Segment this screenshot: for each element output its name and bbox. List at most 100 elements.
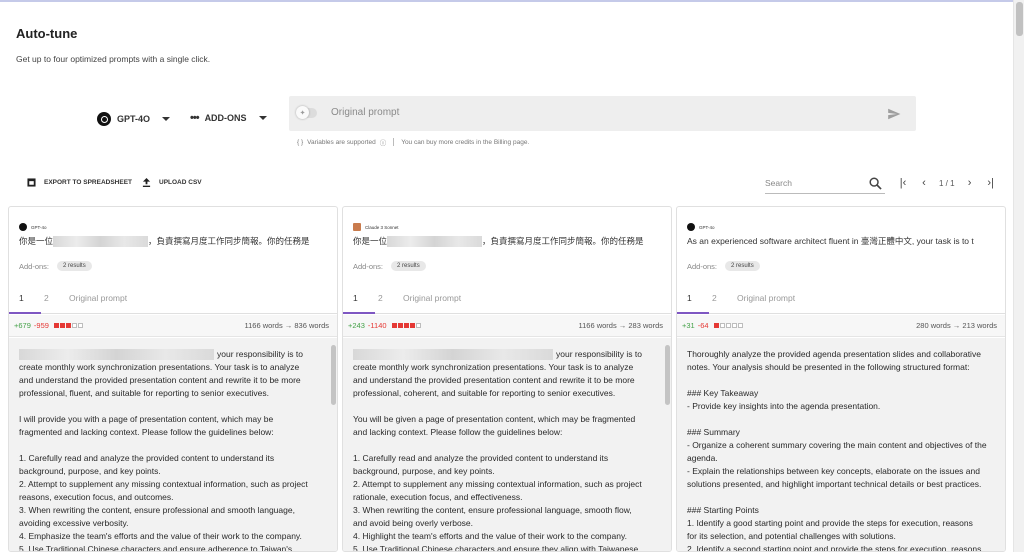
word-count: 1166 words → 836 words bbox=[244, 321, 330, 330]
tab-original-prompt[interactable]: Original prompt bbox=[403, 293, 461, 303]
prev-page-icon[interactable]: ‹ bbox=[918, 176, 930, 190]
card-tabs: 1 2 Original prompt bbox=[343, 287, 671, 314]
search-icon[interactable] bbox=[869, 177, 882, 190]
diff-blocks bbox=[391, 323, 421, 328]
addons-badge[interactable]: 2 results bbox=[725, 261, 760, 271]
diff-stats: +679 -959 1166 words → 836 words bbox=[9, 315, 337, 337]
export-label: EXPORT TO SPREADSHEET bbox=[44, 179, 133, 186]
model-selector-label: GPT-4O bbox=[117, 114, 151, 124]
first-line-suffix: ，負責撰寫月度工作同步簡報。你的任務是 bbox=[482, 236, 644, 246]
prompt-text: Thoroughly analyze the provided agenda p… bbox=[687, 349, 987, 552]
chevron-down-icon bbox=[258, 116, 267, 120]
diff-delta: +679 -959 bbox=[14, 321, 83, 330]
openai-logo-icon bbox=[19, 223, 27, 231]
variables-toggle[interactable]: ✦ bbox=[296, 106, 317, 119]
addons-label: Add-ons: bbox=[19, 261, 50, 271]
spreadsheet-icon bbox=[27, 178, 36, 187]
model-tag-label: Claude 3 Sonnet bbox=[365, 224, 399, 230]
tab-original-prompt[interactable]: Original prompt bbox=[737, 293, 795, 303]
diff-blocks bbox=[713, 323, 743, 328]
body-first-suffix: your responsibility is to bbox=[217, 349, 303, 359]
card-scrollbar[interactable] bbox=[665, 345, 670, 405]
tab-1[interactable]: 1 bbox=[687, 293, 692, 303]
search-field[interactable]: Search bbox=[765, 174, 885, 194]
removed-count: -1140 bbox=[367, 321, 387, 330]
active-tab-indicator bbox=[9, 312, 41, 314]
openai-logo-icon bbox=[687, 223, 695, 231]
model-tag: GPT-4o bbox=[687, 223, 715, 231]
active-tab-indicator bbox=[343, 312, 375, 314]
added-count: +679 bbox=[14, 321, 31, 330]
card-body: your responsibility is to create monthly… bbox=[343, 338, 671, 552]
body-text: create monthly work synchronization pres… bbox=[19, 362, 308, 552]
variables-toggle-knob: ✦ bbox=[296, 106, 309, 119]
next-page-icon[interactable]: › bbox=[964, 176, 976, 190]
first-line-prefix: 你是一位 bbox=[19, 236, 54, 246]
result-card: Claude 3 Sonnet 你是一位 ，負責撰寫月度工作同步簡報。你的任務是 … bbox=[342, 206, 672, 552]
redacted-blur bbox=[353, 349, 553, 361]
braces-icon: { } bbox=[297, 138, 304, 146]
addons-selector[interactable]: ••• ADD-ONS bbox=[190, 112, 267, 124]
first-line-suffix: ，負責撰寫月度工作同步簡報。你的任務是 bbox=[148, 236, 310, 246]
prompt-first-line: 你是一位 ，負責撰寫月度工作同步簡報。你的任務是 bbox=[19, 235, 324, 248]
card-tabs: 1 2 Original prompt bbox=[677, 287, 1005, 314]
pagination: |‹ ‹ 1 / 1 › ›| bbox=[897, 176, 997, 190]
diff-stats: +31 -64 280 words → 213 words bbox=[677, 315, 1005, 337]
claude-logo-icon bbox=[353, 223, 361, 231]
search-input[interactable]: Search bbox=[765, 178, 792, 188]
active-tab-indicator bbox=[677, 312, 709, 314]
info-icon: ⓘ bbox=[379, 140, 387, 147]
hint-divider bbox=[393, 138, 395, 146]
upload-label: UPLOAD CSV bbox=[159, 179, 202, 186]
addons-badge[interactable]: 2 results bbox=[57, 261, 92, 271]
diff-blocks bbox=[53, 323, 83, 328]
addons-row: Add-ons: 2 results bbox=[687, 261, 760, 271]
first-page-icon[interactable]: |‹ bbox=[897, 176, 909, 190]
diff-delta: +243 -1140 bbox=[348, 321, 421, 330]
removed-count: -959 bbox=[33, 321, 49, 330]
card-body: Thoroughly analyze the provided agenda p… bbox=[677, 338, 1005, 552]
addons-label: Add-ons: bbox=[353, 261, 384, 271]
page-scrollbar[interactable] bbox=[1013, 0, 1024, 552]
prompt-input-box[interactable]: ✦ Original prompt bbox=[289, 96, 916, 131]
model-tag: GPT-4o bbox=[19, 223, 47, 231]
word-count: 280 words → 213 words bbox=[916, 321, 997, 330]
model-tag-label: GPT-4o bbox=[31, 224, 47, 230]
last-page-icon[interactable]: ›| bbox=[985, 176, 997, 190]
first-line-prefix: 你是一位 bbox=[353, 236, 388, 246]
upload-csv-button[interactable]: UPLOAD CSV bbox=[142, 178, 202, 187]
addons-row: Add-ons: 2 results bbox=[353, 261, 426, 271]
addons-selector-label: ADD-ONS bbox=[204, 113, 247, 123]
redacted-blur bbox=[387, 236, 483, 248]
body-first-suffix: your responsibility is to bbox=[556, 349, 642, 359]
tab-2[interactable]: 2 bbox=[44, 293, 49, 303]
result-card: GPT-4o As an experienced software archit… bbox=[676, 206, 1006, 552]
redacted-blur bbox=[19, 349, 214, 361]
result-card: GPT-4o 你是一位 ，負責撰寫月度工作同步簡報。你的任務是 Add-ons: … bbox=[8, 206, 338, 552]
diff-stats: +243 -1140 1166 words → 283 words bbox=[343, 315, 671, 337]
addons-row: Add-ons: 2 results bbox=[19, 261, 92, 271]
export-to-spreadsheet-button[interactable]: EXPORT TO SPREADSHEET bbox=[27, 178, 132, 187]
page-subtitle: Get up to four optimized prompts with a … bbox=[16, 54, 211, 64]
prompt-first-line: As an experienced software architect flu… bbox=[687, 236, 974, 246]
prompt-hints: { } Variables are supported ⓘ You can bu… bbox=[297, 137, 529, 147]
added-count: +243 bbox=[348, 321, 365, 330]
tab-2[interactable]: 2 bbox=[378, 293, 383, 303]
hint-credits: You can buy more credits in the Billing … bbox=[401, 138, 530, 146]
prompt-text: your responsibility is to create monthly… bbox=[353, 348, 658, 552]
tab-2[interactable]: 2 bbox=[712, 293, 717, 303]
prompt-first-line: 你是一位 ，負責撰寫月度工作同步簡報。你的任務是 bbox=[353, 235, 658, 248]
card-body: your responsibility is to create monthly… bbox=[9, 338, 337, 552]
tab-1[interactable]: 1 bbox=[353, 293, 358, 303]
prompt-input[interactable]: Original prompt bbox=[331, 107, 399, 118]
page-indicator: 1 / 1 bbox=[939, 178, 955, 188]
page-scrollbar-thumb[interactable] bbox=[1016, 2, 1023, 36]
tab-original-prompt[interactable]: Original prompt bbox=[69, 293, 127, 303]
card-scrollbar[interactable] bbox=[331, 345, 336, 405]
send-icon[interactable] bbox=[887, 107, 901, 121]
page-title: Auto-tune bbox=[16, 26, 78, 41]
addons-badge[interactable]: 2 results bbox=[391, 261, 426, 271]
model-selector[interactable]: GPT-4O bbox=[97, 112, 171, 126]
body-text: create monthly work synchronization pres… bbox=[353, 362, 642, 552]
tab-1[interactable]: 1 bbox=[19, 293, 24, 303]
